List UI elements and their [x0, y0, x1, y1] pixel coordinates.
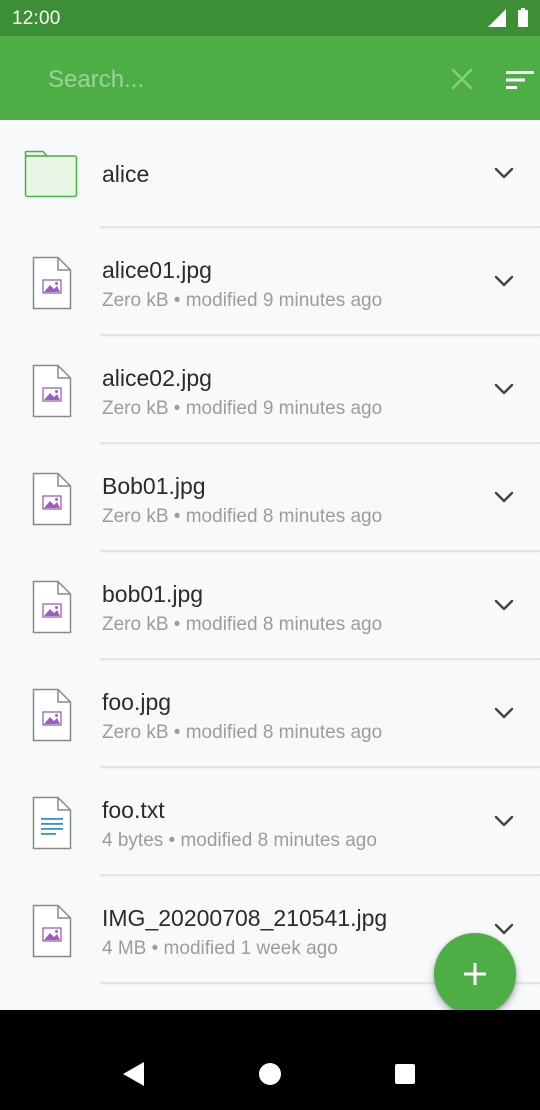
recents-icon[interactable] — [394, 1063, 416, 1085]
navigation-bar — [0, 1010, 540, 1110]
folder-row[interactable]: alice — [0, 120, 540, 228]
clear-search-button[interactable] — [446, 63, 478, 95]
file-row[interactable]: bob01.jpg Zero kB • modified 8 minutes ag… — [0, 552, 540, 660]
file-meta: Zero kB • modified 8 minutes ago — [102, 614, 383, 635]
sort-icon — [506, 71, 534, 89]
status-time: 12:00 — [12, 8, 61, 29]
home-icon[interactable] — [258, 1062, 282, 1086]
file-meta: 4 MB • modified 1 week ago — [102, 938, 338, 959]
file-name: foo.txt — [102, 797, 165, 823]
add-button[interactable] — [434, 933, 516, 1015]
plus-icon — [464, 963, 486, 985]
app-bar — [0, 36, 540, 120]
chevron-down-icon[interactable] — [492, 811, 516, 831]
file-list: alice alice01.jpg Zero kB • modified 9 min… — [0, 120, 540, 1010]
chevron-down-icon[interactable] — [492, 379, 516, 399]
chevron-down-icon[interactable] — [492, 271, 516, 291]
battery-icon — [518, 8, 528, 27]
chevron-down-icon[interactable] — [492, 595, 516, 615]
status-bar: 12:00 — [0, 0, 540, 36]
file-meta: Zero kB • modified 8 minutes ago — [102, 722, 383, 743]
search-input[interactable] — [40, 60, 446, 100]
cell-signal-icon — [488, 9, 506, 27]
file-name: bob01.jpg — [102, 581, 204, 607]
file-name: alice — [102, 161, 150, 187]
chevron-down-icon[interactable] — [492, 163, 516, 183]
image-file-icon — [32, 688, 72, 742]
file-meta: Zero kB • modified 9 minutes ago — [102, 398, 383, 419]
chevron-down-icon[interactable] — [492, 703, 516, 723]
text-file-icon — [32, 796, 72, 850]
back-icon[interactable] — [120, 1060, 148, 1088]
file-row[interactable]: foo.jpg Zero kB • modified 8 minutes ago — [0, 660, 540, 768]
file-name: Bob01.jpg — [102, 473, 206, 499]
image-file-icon — [32, 904, 72, 958]
chevron-down-icon[interactable] — [492, 919, 516, 939]
sort-button[interactable] — [502, 62, 538, 98]
file-row[interactable]: Bob01.jpg Zero kB • modified 8 minutes ag… — [0, 444, 540, 552]
file-meta: 4 bytes • modified 8 minutes ago — [102, 830, 377, 851]
file-meta: Zero kB • modified 8 minutes ago — [102, 506, 383, 527]
file-name: foo.jpg — [102, 689, 172, 715]
image-file-icon — [32, 256, 72, 310]
file-row[interactable]: foo.txt 4 bytes • modified 8 minutes ago — [0, 768, 540, 876]
chevron-down-icon[interactable] — [492, 487, 516, 507]
file-meta: Zero kB • modified 9 minutes ago — [102, 290, 383, 311]
file-row[interactable]: alice02.jpg Zero kB • modified 9 minutes … — [0, 336, 540, 444]
file-name: IMG_20200708_210541.jpg — [102, 905, 388, 931]
image-file-icon — [32, 364, 72, 418]
file-name: alice01.jpg — [102, 257, 212, 283]
file-row[interactable]: alice01.jpg Zero kB • modified 9 minutes … — [0, 228, 540, 336]
image-file-icon — [32, 580, 72, 634]
file-name: alice02.jpg — [102, 365, 212, 391]
folder-icon — [24, 150, 78, 198]
image-file-icon — [32, 472, 72, 526]
close-icon — [451, 68, 473, 90]
